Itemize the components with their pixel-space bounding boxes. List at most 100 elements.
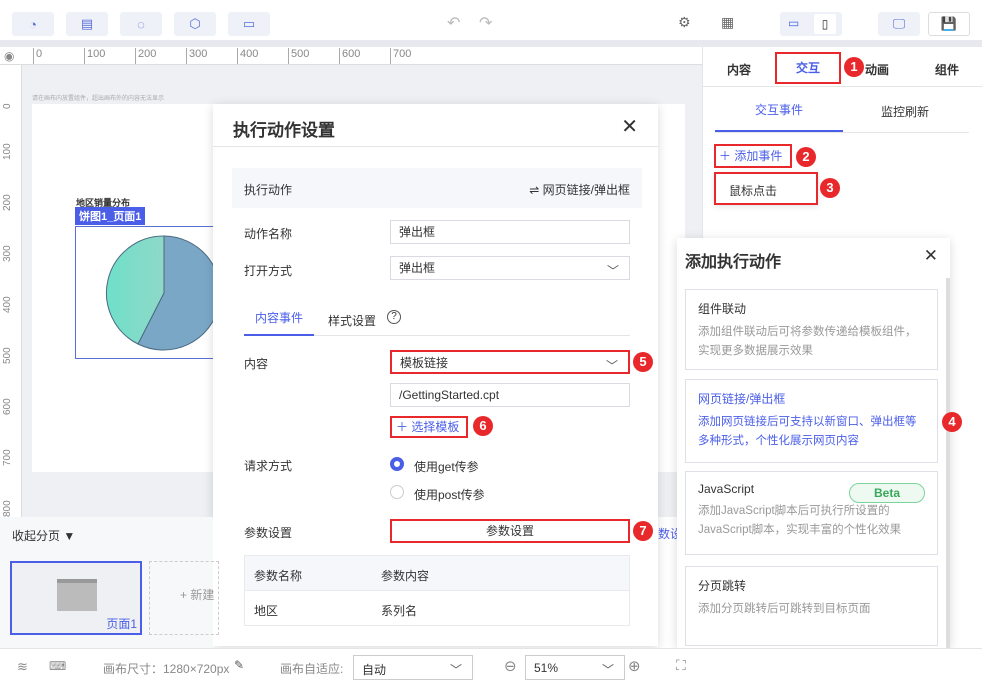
page-thumb-1[interactable]: 页面1: [10, 561, 142, 635]
pages-panel: 收起分页 ▼ 页面1 + 新建: [0, 517, 219, 648]
card-desc: 添加JavaScript脚本后可执行所设置的JavaScript脚本，实现丰富的…: [698, 505, 902, 536]
action-card-component-link[interactable]: 组件联动 添加组件联动后可将参数传递给模板组件，实现更多数据展示效果: [685, 289, 938, 370]
eye-icon[interactable]: ◉: [4, 49, 14, 63]
close-icon[interactable]: ✕: [621, 114, 638, 139]
zoom-out-icon[interactable]: ⊖: [504, 657, 517, 675]
tab-style-settings[interactable]: 样式设置: [328, 312, 376, 329]
ruler-horizontal: ◉ 0 100 200 300 400 500 600 700: [0, 47, 702, 65]
param-label: 参数设置: [244, 526, 293, 540]
bottom-bar: ≋ ⌨ 画布尺寸：1280×720px ✎ 画布自适应: 自动 ﹀ ⊖ 51% ﹀ …: [0, 648, 982, 685]
action-card-web-link[interactable]: 网页链接/弹出框 添加网页链接后可支持以新窗口、弹出框等多种形式，个性化展示网页内…: [685, 379, 938, 463]
theme-icon[interactable]: ⚙: [678, 14, 691, 31]
fit-select[interactable]: 自动 ﹀: [353, 655, 473, 680]
request-label: 请求方式: [244, 459, 293, 473]
ruler-tick: 200: [135, 48, 156, 64]
ruler-vertical: 0 100 200 300 400 500 600 700 800: [0, 65, 22, 517]
subtab-interaction-events[interactable]: 交互事件: [715, 100, 843, 132]
desktop-icon[interactable]: ▭: [788, 16, 799, 30]
widget-label: 饼图1_页面1: [75, 207, 146, 225]
close-icon[interactable]: ✕: [924, 246, 938, 266]
ruler-tick: 0: [33, 48, 42, 64]
action-settings-dialog: 执行动作设置 ✕ 执行动作 ⇌ 网页链接/弹出框 动作名称 弹出框 打开方式 弹…: [213, 104, 658, 646]
action-name-input[interactable]: 弹出框: [390, 220, 630, 244]
content-select[interactable]: 模板链接 ﹀: [390, 350, 630, 374]
tab-content[interactable]: 内容: [727, 61, 751, 78]
chevron-down-icon: ﹀: [605, 359, 618, 373]
ruler-tick: 800: [2, 500, 13, 517]
add-action-title: 添加执行动作: [685, 254, 782, 271]
ruler-tick: 500: [288, 48, 309, 64]
preview-button[interactable]: 🖵: [878, 12, 920, 36]
ruler-tick: 500: [2, 347, 13, 364]
redo-icon[interactable]: ↷: [479, 13, 492, 33]
undo-icon[interactable]: ↶: [447, 13, 460, 33]
beta-badge: Beta: [849, 483, 925, 503]
open-label: 打开方式: [244, 264, 293, 278]
subtab-monitor-refresh[interactable]: 监控刷新: [881, 103, 929, 120]
settings-icon[interactable]: ▦: [721, 14, 734, 31]
card-title: 网页链接/弹出框: [698, 392, 786, 406]
dialog-title: 执行动作设置: [233, 121, 335, 140]
widget-button[interactable]: ◌: [120, 12, 162, 36]
tab-content-event[interactable]: 内容事件: [244, 306, 314, 336]
tab-animation[interactable]: 动画: [865, 61, 889, 78]
select-template-button[interactable]: ＋ 选择模板: [390, 416, 468, 438]
radio-post[interactable]: [390, 485, 404, 499]
collapse-pages-button[interactable]: 收起分页 ▼: [12, 527, 75, 544]
card-desc: 添加组件联动后可将参数传递给模板组件，实现更多数据展示效果: [698, 326, 917, 357]
open-value: 弹出框: [399, 261, 436, 275]
template-path-input[interactable]: /GettingStarted.cpt: [390, 383, 630, 407]
add-event-button[interactable]: ＋ 添加事件: [714, 144, 792, 168]
archive-button[interactable]: ▭: [228, 12, 270, 36]
step-badge-2: 2: [796, 147, 816, 167]
zoom-in-icon[interactable]: ⊕: [628, 657, 641, 675]
page-name: 页面1: [106, 617, 137, 631]
action-card-page-jump[interactable]: 分页跳转添加分页跳转后可跳转到目标页面: [685, 566, 938, 646]
fullscreen-icon[interactable]: ⛶: [676, 657, 686, 674]
tab-interaction[interactable]: 交互: [775, 52, 841, 84]
card-title: 分页跳转: [698, 579, 747, 593]
ruler-tick: 0: [2, 103, 13, 109]
event-mouse-click[interactable]: 鼠标点击: [714, 172, 818, 205]
card-desc: 添加分页跳转后可跳转到目标页面: [698, 603, 871, 615]
zoom-select[interactable]: 51% ﹀: [525, 655, 625, 680]
save-button[interactable]: 💾: [928, 12, 970, 36]
chevron-down-icon: ﹀: [449, 663, 462, 677]
device-switch: ▭ ▯: [780, 12, 842, 36]
ruler-tick: 300: [2, 245, 13, 262]
exec-value: 网页链接/弹出框: [542, 183, 630, 197]
chevron-down-icon: ﹀: [606, 264, 619, 278]
table-header: 参数内容: [381, 569, 430, 583]
divider: [0, 40, 982, 47]
radio-get-label: 使用get传参: [414, 460, 479, 474]
scrollbar[interactable]: [946, 278, 950, 648]
param-settings-button[interactable]: 参数设置: [390, 519, 630, 543]
table-row: 地区 系列名: [245, 591, 629, 625]
ruler-tick: 700: [2, 449, 13, 466]
ruler-tick: 600: [339, 48, 360, 64]
table-cell: 系列名: [381, 604, 418, 618]
zoom-value: 51%: [534, 661, 559, 675]
help-icon[interactable]: ?: [387, 310, 401, 324]
step-badge-5: 5: [633, 352, 653, 372]
step-badge-7: 7: [633, 521, 653, 541]
keyboard-icon[interactable]: ⌨: [49, 659, 66, 673]
step-badge-4: 4: [942, 412, 962, 432]
mobile-icon[interactable]: ▯: [814, 14, 836, 34]
ruler-tick: 600: [2, 398, 13, 415]
action-card-javascript[interactable]: JavaScript Beta 添加JavaScript脚本后可执行所设置的Ja…: [685, 471, 938, 555]
table-button[interactable]: ▤: [66, 12, 108, 36]
fit-label: 画布自适应:: [280, 662, 344, 676]
open-mode-select[interactable]: 弹出框 ﹀: [390, 256, 630, 280]
edit-icon[interactable]: ✎: [234, 658, 244, 672]
radio-get[interactable]: [390, 457, 404, 471]
exec-label: 执行动作: [244, 183, 293, 197]
step-badge-3: 3: [820, 178, 840, 198]
tab-components[interactable]: 组件: [935, 61, 959, 78]
cube-button[interactable]: ⬡: [174, 12, 216, 36]
chart-button[interactable]: ◔: [12, 12, 54, 36]
layers-icon[interactable]: ≋: [17, 659, 28, 675]
overflow-text: 数设置: [658, 527, 678, 541]
new-page-button[interactable]: + 新建: [149, 561, 219, 635]
exec-action-row: 执行动作 ⇌ 网页链接/弹出框: [232, 168, 642, 208]
